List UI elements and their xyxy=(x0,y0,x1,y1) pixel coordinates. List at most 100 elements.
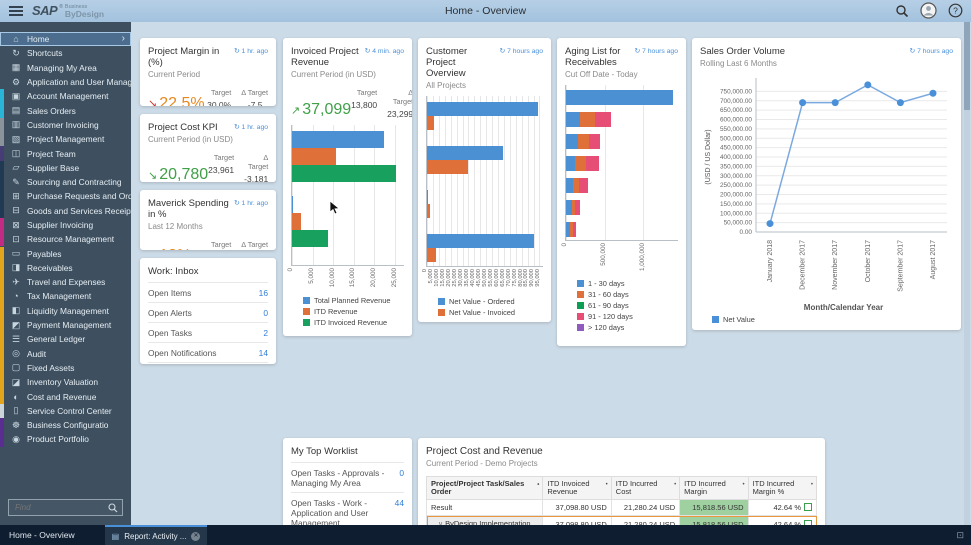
kpi-tile-project-margin[interactable]: Project Margin in (%)↻ 1 hr. agoCurrent … xyxy=(140,38,276,106)
refresh-indicator[interactable]: ↻ 1 hr. ago xyxy=(234,199,268,207)
sidebar-item-purchase-requests-and-orders[interactable]: ⊞Purchase Requests and Orders xyxy=(0,189,131,203)
bar[interactable] xyxy=(427,102,538,116)
refresh-indicator[interactable]: ↻ 7 hours ago xyxy=(635,47,679,55)
data-point[interactable] xyxy=(767,220,774,227)
bar[interactable] xyxy=(292,213,301,230)
sidebar-item-resource-management[interactable]: ⊡Resource Management xyxy=(0,232,131,246)
bar[interactable] xyxy=(427,116,434,130)
sidebar-item-sourcing-and-contracting[interactable]: ✎Sourcing and Contracting xyxy=(0,175,131,189)
inbox-row[interactable]: Open Items16 xyxy=(148,282,268,302)
bar-segment[interactable] xyxy=(579,178,589,193)
taskbar-window-icon[interactable]: ⊡ xyxy=(956,530,964,541)
sidebar-item-payables[interactable]: ▭Payables xyxy=(0,246,131,260)
column-header-itd-incurred-margin[interactable]: ITD Incurred Margin• xyxy=(680,477,748,500)
column-header-itd-incurred-cost[interactable]: ITD Incurred Cost• xyxy=(611,477,679,500)
list-item-count[interactable]: 2 xyxy=(263,328,268,338)
bar-segment[interactable] xyxy=(566,90,673,105)
bar[interactable] xyxy=(292,165,396,182)
refresh-indicator[interactable]: ↻ 7 hours ago xyxy=(500,47,544,55)
sidebar-item-goods-and-services-receipts[interactable]: ⊟Goods and Services Receipts xyxy=(0,204,131,218)
inbox-row[interactable]: Open Alerts0 xyxy=(148,302,268,322)
list-item-count[interactable]: 16 xyxy=(259,288,268,298)
vertical-scrollbar[interactable] xyxy=(964,22,970,525)
list-item-count[interactable]: 44 xyxy=(395,498,404,508)
bar-segment[interactable] xyxy=(578,134,589,149)
bar-segment[interactable] xyxy=(575,156,585,171)
bar-segment[interactable] xyxy=(566,156,575,171)
list-item-count[interactable]: 14 xyxy=(259,348,268,358)
inbox-row[interactable]: Open Clarifications0 xyxy=(148,362,268,364)
sidebar-item-payment-management[interactable]: ◩Payment Management xyxy=(0,318,131,332)
refresh-indicator[interactable]: ↻ 4 min. ago xyxy=(365,47,404,55)
column-menu-icon[interactable]: • xyxy=(674,481,676,489)
worklist-row[interactable]: Open Tasks - Work - Application and User… xyxy=(291,492,404,525)
sidebar-item-fixed-assets[interactable]: ▢Fixed Assets xyxy=(0,361,131,375)
close-tab-icon[interactable]: ✕ xyxy=(191,532,200,541)
list-item-count[interactable]: 0 xyxy=(263,308,268,318)
taskbar-tab-home[interactable]: Home - Overview xyxy=(0,530,105,540)
sidebar-item-receivables[interactable]: ◨Receivables xyxy=(0,261,131,275)
bar-segment[interactable] xyxy=(566,112,580,127)
data-point[interactable] xyxy=(897,99,904,106)
scrollbar-thumb[interactable] xyxy=(964,22,970,110)
bar-segment[interactable] xyxy=(586,156,600,171)
bar[interactable] xyxy=(292,131,384,148)
bar-segment[interactable] xyxy=(595,112,611,127)
bar[interactable] xyxy=(292,148,336,165)
table-row[interactable]: ∨ByDesign Implementation37,098.80 USD21,… xyxy=(427,516,817,526)
sidebar-item-customer-invoicing[interactable]: ▥Customer Invoicing xyxy=(0,118,131,132)
hamburger-menu-icon[interactable] xyxy=(9,6,23,16)
list-item-count[interactable]: 0 xyxy=(399,468,404,478)
sidebar-item-tax-management[interactable]: ◔Tax Management xyxy=(0,289,131,303)
taskbar-tab-report[interactable]: ▤ Report: Activity ... ✕ xyxy=(105,525,208,545)
bar[interactable] xyxy=(292,196,293,213)
sidebar-item-supplier-invoicing[interactable]: ⊠Supplier Invoicing xyxy=(0,218,131,232)
column-header-project-project-task-sales-order[interactable]: Project/Project Task/Sales Order• xyxy=(427,477,543,500)
inbox-row[interactable]: Open Tasks2 xyxy=(148,322,268,342)
sidebar-item-liquidity-management[interactable]: ◧Liquidity Management xyxy=(0,304,131,318)
sidebar-item-audit[interactable]: ◎Audit xyxy=(0,347,131,361)
data-point[interactable] xyxy=(799,99,806,106)
bar-segment[interactable] xyxy=(566,134,578,149)
bar-segment[interactable] xyxy=(575,200,580,215)
sidebar-item-business-configuratio[interactable]: ☸Business Configuratio xyxy=(0,418,131,432)
bar-segment[interactable] xyxy=(580,112,595,127)
margin-indicator-checkbox[interactable] xyxy=(804,503,812,511)
bar[interactable] xyxy=(292,230,328,247)
data-point[interactable] xyxy=(864,81,871,88)
sidebar-item-travel-and-expenses[interactable]: ✈Travel and Expenses xyxy=(0,275,131,289)
sidebar-item-project-team[interactable]: ◫Project Team xyxy=(0,146,131,160)
column-header-itd-invoiced-revenue[interactable]: ITD Invoiced Revenue• xyxy=(543,477,611,500)
user-avatar[interactable] xyxy=(920,2,937,19)
column-menu-icon[interactable]: • xyxy=(537,481,539,489)
cell-project-name[interactable]: ∨ByDesign Implementation xyxy=(427,516,543,526)
sidebar-item-service-control-center[interactable]: ▯Service Control Center xyxy=(0,404,131,418)
sidebar-item-account-management[interactable]: ▣Account Management xyxy=(0,89,131,103)
worklist-row[interactable]: Open Tasks - Approvals - Managing My Are… xyxy=(291,462,404,492)
sidebar-item-managing-my-area[interactable]: ▦Managing My Area xyxy=(0,61,131,75)
bar-segment[interactable] xyxy=(589,134,600,149)
bar-segment[interactable] xyxy=(566,178,573,193)
bar[interactable] xyxy=(427,190,428,204)
refresh-indicator[interactable]: ↻ 7 hours ago xyxy=(910,47,954,55)
find-input[interactable] xyxy=(13,502,108,513)
kpi-tile-project-cost[interactable]: Project Cost KPI↻ 1 hr. agoCurrent Perio… xyxy=(140,114,276,182)
kpi-tile-maverick-spending[interactable]: Maverick Spending in %↻ 1 hr. agoLast 12… xyxy=(140,190,276,250)
sidebar-item-shortcuts[interactable]: ↻Shortcuts xyxy=(0,46,131,60)
sidebar-item-supplier-base[interactable]: ▱Supplier Base xyxy=(0,161,131,175)
sidebar-item-general-ledger[interactable]: ☰General Ledger xyxy=(0,332,131,346)
table-row[interactable]: Result37,098.80 USD21,280.24 USD15,818.5… xyxy=(427,500,817,516)
bar[interactable] xyxy=(427,234,534,248)
column-menu-icon[interactable]: • xyxy=(811,481,813,489)
data-point[interactable] xyxy=(832,99,839,106)
sidebar-item-project-management[interactable]: ▧Project Management xyxy=(0,132,131,146)
data-point[interactable] xyxy=(930,90,937,97)
inbox-row[interactable]: Open Notifications14 xyxy=(148,342,268,362)
sidebar-item-inventory-valuation[interactable]: ◪Inventory Valuation xyxy=(0,375,131,389)
find-magnifier-icon[interactable] xyxy=(108,503,118,513)
sidebar-item-product-portfolio[interactable]: ◉Product Portfolio xyxy=(0,432,131,446)
sidebar-item-home[interactable]: ⌂Home› xyxy=(0,32,131,46)
bar-segment[interactable] xyxy=(573,222,576,237)
search-icon[interactable] xyxy=(895,4,909,18)
bar[interactable] xyxy=(427,160,468,174)
